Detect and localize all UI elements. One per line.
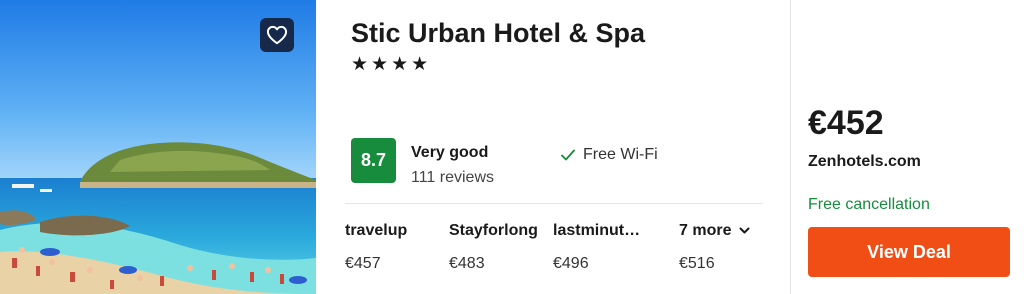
more-label: 7 more — [679, 222, 732, 239]
provider-stayforlong[interactable]: Stayforlong €483 — [449, 222, 559, 273]
favorite-button[interactable] — [260, 18, 294, 52]
more-price: €516 — [679, 255, 715, 272]
score-badge: 8.7 — [351, 138, 396, 183]
provider-lastminute[interactable]: lastminut… €496 — [553, 222, 663, 273]
more-providers-button[interactable]: 7 more — [679, 222, 763, 240]
provider-price: €483 — [449, 255, 485, 272]
chevron-down-icon — [739, 227, 750, 234]
deal-site: Zenhotels.com — [808, 153, 921, 170]
hotel-result-card[interactable]: Stic Urban Hotel & Spa ★ ★ ★ ★ 8.7 Very … — [0, 0, 1024, 294]
deal-price: €452 — [808, 104, 884, 142]
free-cancellation: Free cancellation — [808, 196, 930, 213]
column-divider — [790, 0, 791, 294]
more-providers[interactable]: 7 more €516 — [679, 222, 763, 273]
provider-travelup[interactable]: travelup €457 — [345, 222, 455, 273]
provider-price: €496 — [553, 255, 589, 272]
amenity-label: Free Wi-Fi — [583, 146, 658, 163]
hotel-photo[interactable] — [0, 0, 316, 294]
rating-label: Very good — [411, 144, 489, 161]
star-icon: ★ — [391, 53, 409, 75]
amenity-wifi: Free Wi-Fi — [561, 146, 658, 164]
provider-price: €457 — [345, 255, 381, 272]
provider-name: Stayforlong — [449, 222, 538, 239]
review-count[interactable]: 111 reviews — [411, 169, 494, 187]
star-icon: ★ — [371, 53, 389, 75]
divider — [345, 203, 763, 204]
hotel-name[interactable]: Stic Urban Hotel & Spa — [351, 18, 645, 49]
heart-icon — [266, 25, 288, 45]
star-rating: ★ ★ ★ ★ — [351, 54, 428, 74]
star-icon: ★ — [411, 53, 429, 75]
provider-name: lastminut… — [553, 222, 641, 239]
view-deal-button[interactable]: View Deal — [808, 227, 1010, 277]
star-icon: ★ — [351, 53, 369, 75]
provider-name: travelup — [345, 222, 408, 239]
check-icon — [561, 149, 575, 161]
